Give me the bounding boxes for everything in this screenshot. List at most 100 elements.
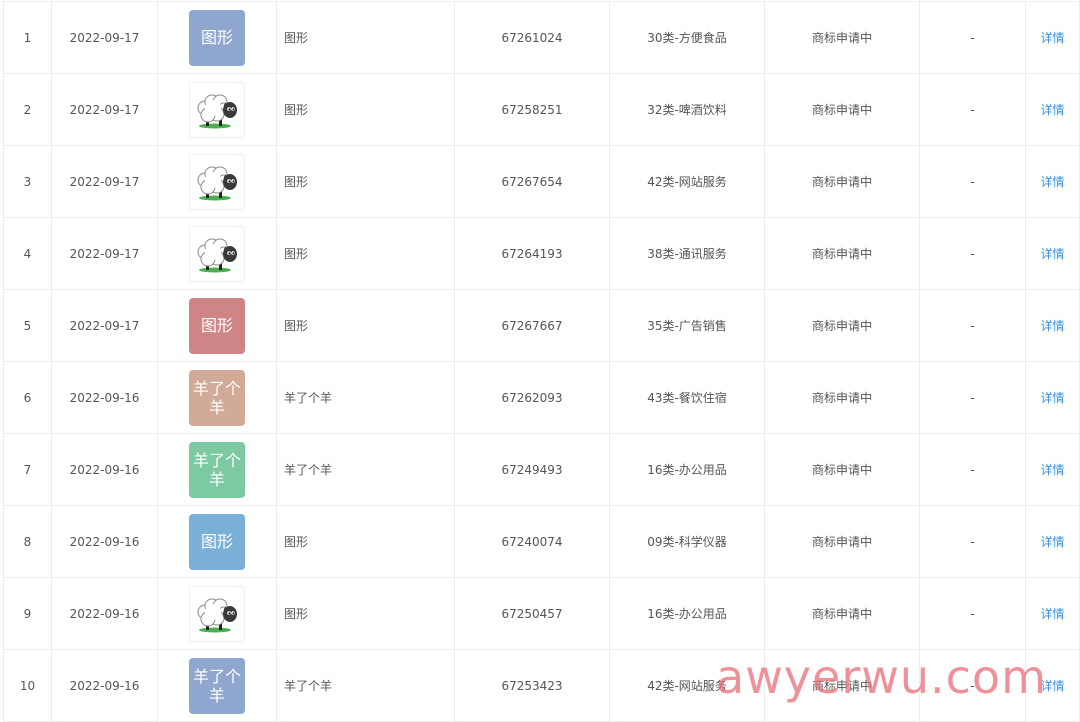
application-date: 2022-09-16	[51, 362, 157, 433]
trademark-image-cell	[157, 218, 276, 289]
status-text: 商标申请中	[764, 650, 919, 721]
detail-link[interactable]: 详情	[1040, 245, 1064, 262]
sheep-icon	[197, 238, 237, 272]
registration-number: 67261024	[454, 2, 609, 73]
trademark-image-cell: 图形	[157, 2, 276, 73]
registration-number: 67264193	[454, 218, 609, 289]
trademark-thumbnail[interactable]	[189, 585, 245, 642]
extra-field: -	[919, 146, 1025, 217]
extra-field: -	[919, 434, 1025, 505]
application-date: 2022-09-16	[51, 434, 157, 505]
row-index: 2	[3, 74, 51, 145]
registration-number: 67249493	[454, 434, 609, 505]
action-cell: 详情	[1025, 650, 1080, 721]
action-cell: 详情	[1025, 2, 1080, 73]
trademark-thumbnail[interactable]: 图形	[189, 513, 245, 570]
action-cell: 详情	[1025, 506, 1080, 577]
table-row: 6 2022-09-16 羊了个羊 羊了个羊 67262093 43类-餐饮住宿…	[3, 362, 1080, 434]
table-row: 2 2022-09-17 图形 67258251 32类-啤酒饮料 商标申请中 …	[3, 74, 1080, 146]
action-cell: 详情	[1025, 146, 1080, 217]
application-date: 2022-09-17	[51, 74, 157, 145]
detail-link[interactable]: 详情	[1040, 533, 1064, 550]
extra-field: -	[919, 74, 1025, 145]
trademark-thumbnail[interactable]	[189, 81, 245, 138]
trademark-image-cell	[157, 146, 276, 217]
application-date: 2022-09-16	[51, 650, 157, 721]
registration-number: 67262093	[454, 362, 609, 433]
extra-field: -	[919, 650, 1025, 721]
application-date: 2022-09-16	[51, 506, 157, 577]
trademark-class: 35类-广告销售	[609, 290, 764, 361]
registration-number: 67267667	[454, 290, 609, 361]
row-index: 4	[3, 218, 51, 289]
trademark-thumbnail[interactable]: 图形	[189, 9, 245, 66]
trademark-name: 羊了个羊	[276, 362, 454, 433]
action-cell: 详情	[1025, 434, 1080, 505]
application-date: 2022-09-17	[51, 146, 157, 217]
trademark-name: 图形	[276, 506, 454, 577]
application-date: 2022-09-17	[51, 2, 157, 73]
trademark-table: 1 2022-09-17 图形 图形 67261024 30类-方便食品 商标申…	[3, 1, 1080, 722]
action-cell: 详情	[1025, 74, 1080, 145]
trademark-class: 09类-科学仪器	[609, 506, 764, 577]
registration-number: 67253423	[454, 650, 609, 721]
detail-link[interactable]: 详情	[1040, 29, 1064, 46]
extra-field: -	[919, 218, 1025, 289]
detail-link[interactable]: 详情	[1040, 677, 1064, 694]
status-text: 商标申请中	[764, 290, 919, 361]
trademark-class: 30类-方便食品	[609, 2, 764, 73]
table-row: 8 2022-09-16 图形 图形 67240074 09类-科学仪器 商标申…	[3, 506, 1080, 578]
status-text: 商标申请中	[764, 578, 919, 649]
sheep-icon	[197, 598, 237, 632]
table-row: 10 2022-09-16 羊了个羊 羊了个羊 67253423 42类-网站服…	[3, 650, 1080, 722]
trademark-thumbnail[interactable]: 羊了个羊	[189, 369, 245, 426]
row-index: 8	[3, 506, 51, 577]
row-index: 6	[3, 362, 51, 433]
trademark-class: 42类-网站服务	[609, 650, 764, 721]
trademark-image-cell	[157, 74, 276, 145]
extra-field: -	[919, 290, 1025, 361]
table-row: 1 2022-09-17 图形 图形 67261024 30类-方便食品 商标申…	[3, 2, 1080, 74]
detail-link[interactable]: 详情	[1040, 101, 1064, 118]
trademark-class: 32类-啤酒饮料	[609, 74, 764, 145]
trademark-name: 图形	[276, 74, 454, 145]
trademark-image-cell	[157, 578, 276, 649]
trademark-name: 图形	[276, 578, 454, 649]
trademark-class: 16类-办公用品	[609, 434, 764, 505]
table-row: 4 2022-09-17 图形 67264193 38类-通讯服务 商标申请中 …	[3, 218, 1080, 290]
registration-number: 67258251	[454, 74, 609, 145]
detail-link[interactable]: 详情	[1040, 317, 1064, 334]
trademark-thumbnail[interactable]	[189, 153, 245, 210]
registration-number: 67250457	[454, 578, 609, 649]
status-text: 商标申请中	[764, 218, 919, 289]
trademark-thumbnail[interactable]: 羊了个羊	[189, 657, 245, 714]
detail-link[interactable]: 详情	[1040, 605, 1064, 622]
status-text: 商标申请中	[764, 74, 919, 145]
row-index: 7	[3, 434, 51, 505]
status-text: 商标申请中	[764, 2, 919, 73]
status-text: 商标申请中	[764, 362, 919, 433]
status-text: 商标申请中	[764, 146, 919, 217]
status-text: 商标申请中	[764, 434, 919, 505]
extra-field: -	[919, 362, 1025, 433]
trademark-thumbnail[interactable]: 图形	[189, 297, 245, 354]
trademark-thumbnail[interactable]: 羊了个羊	[189, 441, 245, 498]
trademark-thumbnail[interactable]	[189, 225, 245, 282]
table-row: 9 2022-09-16 图形 67250457 16类-办公用品 商标申请中 …	[3, 578, 1080, 650]
trademark-name: 图形	[276, 290, 454, 361]
table-row: 7 2022-09-16 羊了个羊 羊了个羊 67249493 16类-办公用品…	[3, 434, 1080, 506]
action-cell: 详情	[1025, 362, 1080, 433]
action-cell: 详情	[1025, 578, 1080, 649]
trademark-image-cell: 图形	[157, 290, 276, 361]
application-date: 2022-09-17	[51, 218, 157, 289]
table-row: 3 2022-09-17 图形 67267654 42类-网站服务 商标申请中 …	[3, 146, 1080, 218]
row-index: 5	[3, 290, 51, 361]
detail-link[interactable]: 详情	[1040, 389, 1064, 406]
action-cell: 详情	[1025, 218, 1080, 289]
trademark-name: 图形	[276, 146, 454, 217]
detail-link[interactable]: 详情	[1040, 461, 1064, 478]
trademark-image-cell: 羊了个羊	[157, 362, 276, 433]
sheep-icon	[197, 166, 237, 200]
extra-field: -	[919, 578, 1025, 649]
detail-link[interactable]: 详情	[1040, 173, 1064, 190]
